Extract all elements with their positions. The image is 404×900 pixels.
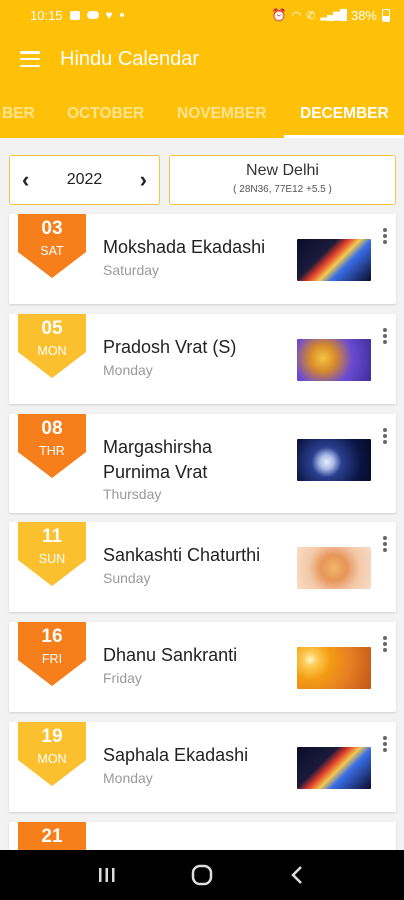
more-vert-icon[interactable] [382, 228, 388, 246]
event-card[interactable]: 11 SUN Sankashti Chaturthi Sunday [9, 522, 396, 612]
event-day: Sunday [103, 570, 151, 586]
location-city: New Delhi [246, 162, 319, 179]
badge-day: MON [37, 344, 67, 358]
month-tabs: BER OCTOBER NOVEMBER DECEMBER [0, 88, 404, 138]
wifi-icon: ◠ [291, 9, 302, 22]
tab-october[interactable]: OCTOBER [67, 88, 144, 138]
event-thumbnail [297, 239, 371, 281]
year-label: 2022 [66, 171, 103, 188]
location-coords: ( 28N36, 77E12 +5.5 ) [233, 184, 332, 195]
event-card[interactable]: 03 SAT Mokshada Ekadashi Saturday [9, 214, 396, 304]
chevron-right-icon[interactable]: › [140, 169, 147, 191]
event-card[interactable]: 16 FRI Dhanu Sankranti Friday [9, 622, 396, 712]
badge-date: 03 [41, 218, 63, 239]
date-badge: 19 MON [18, 722, 86, 786]
battery-icon [382, 8, 390, 22]
app-title: Hindu Calendar [60, 47, 199, 70]
event-day: Monday [103, 770, 153, 786]
more-vert-icon[interactable] [382, 328, 388, 346]
badge-day: SUN [38, 552, 66, 566]
event-title: Mokshada Ekadashi [103, 237, 266, 257]
app-bar: Hindu Calendar [0, 30, 404, 88]
more-vert-icon[interactable] [382, 536, 388, 554]
event-thumbnail [297, 339, 371, 381]
call-icon: ✆ [306, 9, 316, 22]
event-title: Saphala Ekadashi [103, 745, 249, 765]
heart-notification-icon: ♥ [105, 8, 113, 22]
date-badge: 05 MON [18, 314, 86, 378]
event-card[interactable]: 21 [9, 822, 396, 850]
event-day: Saturday [103, 262, 160, 278]
event-day: Friday [103, 670, 142, 686]
badge-day: SAT [40, 244, 64, 258]
cloud-notification-icon [86, 11, 99, 19]
date-badge: 03 SAT [18, 214, 86, 278]
tab-november[interactable]: NOVEMBER [177, 88, 267, 138]
back-icon[interactable] [282, 860, 312, 890]
badge-date: 16 [41, 626, 63, 647]
event-thumbnail [297, 747, 371, 789]
badge-day: THR [39, 444, 65, 458]
tab-december[interactable]: DECEMBER [300, 88, 389, 138]
event-thumbnail [297, 647, 371, 689]
event-title: Pradosh Vrat (S) [103, 337, 237, 357]
event-card[interactable]: 08 THR Margashirsha Purnima Vrat Thursda… [9, 414, 396, 513]
recents-icon[interactable] [92, 860, 122, 890]
date-badge: 21 [18, 822, 86, 850]
chevron-left-icon[interactable]: ‹ [22, 169, 29, 191]
hamburger-icon[interactable] [20, 51, 40, 67]
event-title: Dhanu Sankranti [103, 645, 238, 665]
status-time: 10:15 [30, 7, 63, 23]
badge-day: FRI [41, 652, 63, 666]
location-selector[interactable]: New Delhi ( 28N36, 77E12 +5.5 ) [169, 155, 396, 205]
alarm-icon: ⏰ [271, 8, 287, 22]
year-selector: ‹ 2022 › [9, 155, 160, 205]
badge-date: 19 [41, 726, 63, 747]
event-list-area: ‹ 2022 › New Delhi ( 28N36, 77E12 +5.5 )… [0, 138, 404, 850]
more-vert-icon[interactable] [382, 636, 388, 654]
event-day: Monday [103, 362, 153, 378]
more-vert-icon[interactable] [382, 736, 388, 754]
badge-date: 05 [41, 318, 63, 339]
home-icon[interactable] [187, 860, 217, 890]
event-title: Sankashti Chaturthi [103, 545, 261, 565]
status-bar: 10:15 ♥ ⏰ ◠ ✆ ▂▄▆█ 38% [0, 0, 404, 30]
system-nav-bar [0, 850, 404, 900]
event-thumbnail [297, 547, 371, 589]
badge-date: 21 [41, 826, 63, 847]
badge-date: 11 [41, 526, 63, 547]
more-vert-icon[interactable] [382, 428, 388, 446]
event-thumbnail [297, 439, 371, 481]
badge-date: 08 [41, 418, 63, 439]
date-badge: 08 THR [18, 414, 86, 478]
event-title: Margashirsha Purnima Vrat [103, 437, 213, 482]
date-badge: 11 SUN [18, 522, 86, 586]
more-notifications-icon [119, 13, 124, 17]
event-card[interactable]: 19 MON Saphala Ekadashi Monday [9, 722, 396, 812]
signal-icon: ▂▄▆█ [320, 9, 347, 21]
badge-day: MON [37, 752, 67, 766]
event-card[interactable]: 05 MON Pradosh Vrat (S) Monday [9, 314, 396, 404]
battery-percent: 38% [350, 7, 377, 23]
gallery-notification-icon [69, 10, 80, 20]
event-day: Thursday [103, 486, 162, 502]
date-badge: 16 FRI [18, 622, 86, 686]
tab-september[interactable]: BER [2, 88, 35, 138]
